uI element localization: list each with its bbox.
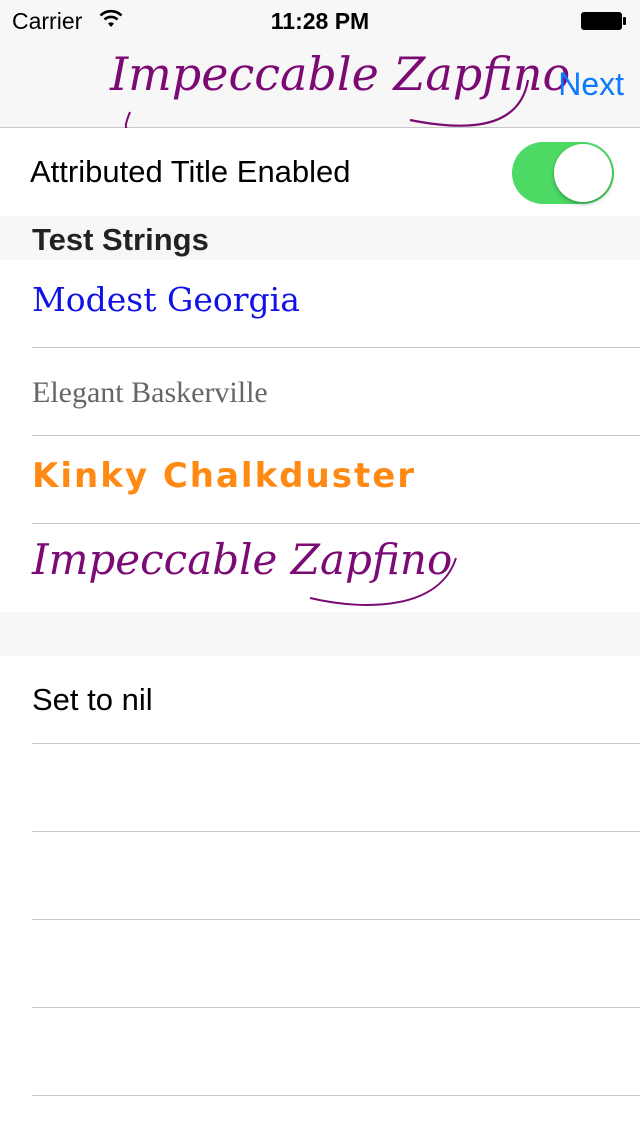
test-string-label: Modest Georgia: [32, 280, 300, 319]
section-gap: [0, 612, 640, 656]
test-string-row[interactable]: Elegant Baskerville: [0, 348, 640, 436]
test-string-row[interactable]: Kinky Chalkduster: [0, 436, 640, 524]
switch-knob: [554, 144, 612, 202]
empty-row: [0, 832, 640, 920]
test-string-row[interactable]: Modest Georgia: [0, 260, 640, 348]
navigation-bar: Impeccable Zapfino Next: [0, 40, 640, 131]
status-time: 11:28 PM: [270, 8, 370, 34]
empty-row: [0, 744, 640, 832]
section-header: Test Strings: [0, 216, 640, 260]
row-separator: [32, 1095, 640, 1096]
nav-title: Impeccable Zapfino: [110, 47, 571, 101]
section-header-label: Test Strings: [32, 222, 209, 257]
attributed-title-label: Attributed Title Enabled: [30, 154, 351, 189]
test-string-label: Kinky Chalkduster: [32, 456, 417, 496]
status-bar: Carrier 11:28 PM: [0, 0, 640, 40]
attributed-title-switch[interactable]: [512, 142, 614, 204]
set-to-nil-label: Set to nil: [32, 682, 153, 717]
empty-row: [0, 1008, 640, 1096]
empty-row: [0, 920, 640, 1008]
zapfino-swash-flourish: [309, 557, 457, 606]
attributed-title-row: Attributed Title Enabled: [0, 128, 640, 216]
test-string-row[interactable]: Impeccable Zapfino: [0, 524, 640, 612]
test-string-label: Elegant Baskerville: [32, 376, 268, 409]
next-button[interactable]: Next: [558, 66, 624, 103]
battery-icon: [580, 11, 626, 30]
set-to-nil-row[interactable]: Set to nil: [0, 656, 640, 744]
